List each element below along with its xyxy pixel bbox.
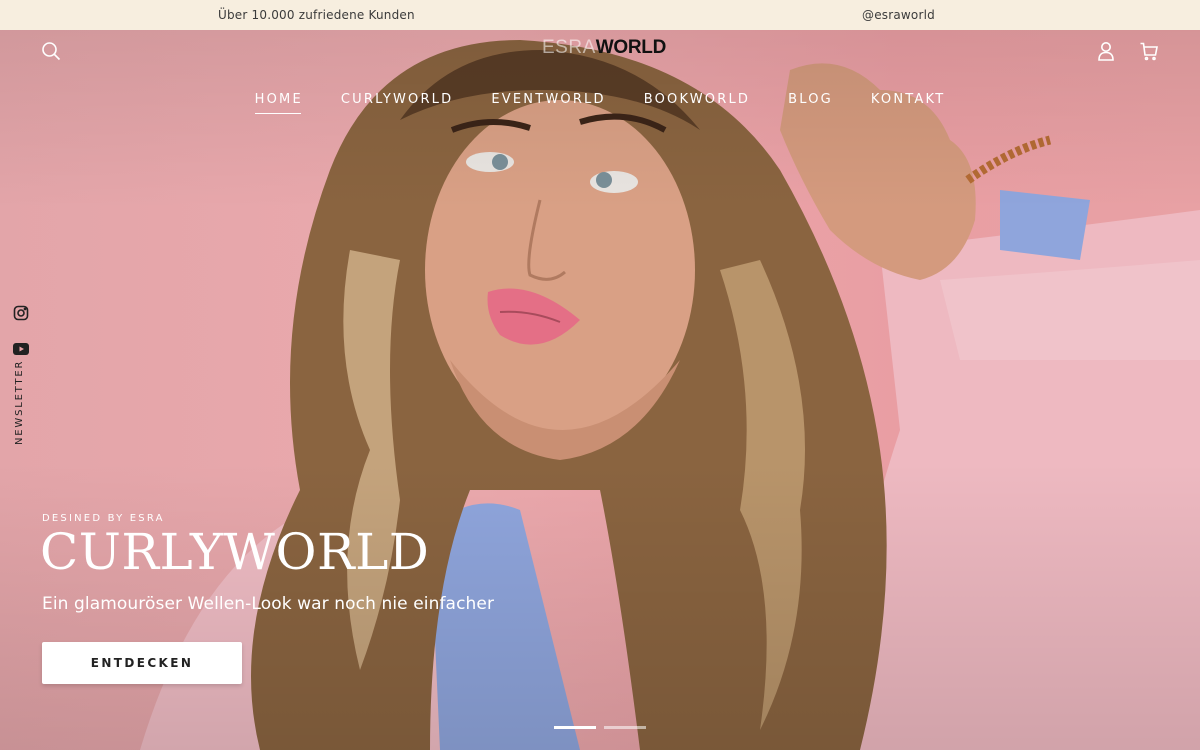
announcement-customers: Über 10.000 zufriedene Kunden (218, 8, 415, 22)
logo-bold-part: WORLD (595, 37, 667, 58)
nav-kontakt[interactable]: KONTAKT (871, 92, 945, 112)
discover-button[interactable]: ENTDECKEN (42, 642, 242, 684)
cart-icon[interactable] (1136, 38, 1162, 64)
search-icon[interactable] (38, 38, 64, 64)
nav-blog[interactable]: BLOG (788, 92, 833, 112)
instagram-icon[interactable] (13, 305, 29, 321)
site-header: ESRAWORLD HOME CURLYWORLD EVENTWORLD BOO… (0, 30, 1200, 140)
newsletter-link[interactable]: NEWSLETTER (14, 360, 25, 445)
site-logo[interactable]: ESRAWORLD (542, 36, 666, 60)
slide-dot-2[interactable] (604, 726, 646, 729)
announcement-handle[interactable]: @esraworld (862, 8, 935, 22)
nav-home[interactable]: HOME (254, 92, 303, 114)
announcement-bar: Über 10.000 zufriedene Kunden @esraworld (0, 0, 1200, 30)
nav-bookworld[interactable]: BOOKWORLD (644, 92, 750, 112)
slider-pagination (554, 726, 646, 729)
nav-eventworld[interactable]: EVENTWORLD (491, 92, 605, 112)
hero-title: CURLYWORLD (40, 523, 430, 581)
slide-dot-1[interactable] (554, 726, 596, 729)
youtube-icon[interactable] (13, 340, 29, 355)
nav-curlyworld[interactable]: CURLYWORLD (341, 92, 453, 112)
logo-light-part: ESRA (542, 37, 596, 58)
hero-subtitle: Ein glamouröser Wellen-Look war noch nie… (42, 594, 495, 614)
account-icon[interactable] (1093, 38, 1119, 64)
main-navigation: HOME CURLYWORLD EVENTWORLD BOOKWORLD BLO… (0, 92, 1200, 114)
